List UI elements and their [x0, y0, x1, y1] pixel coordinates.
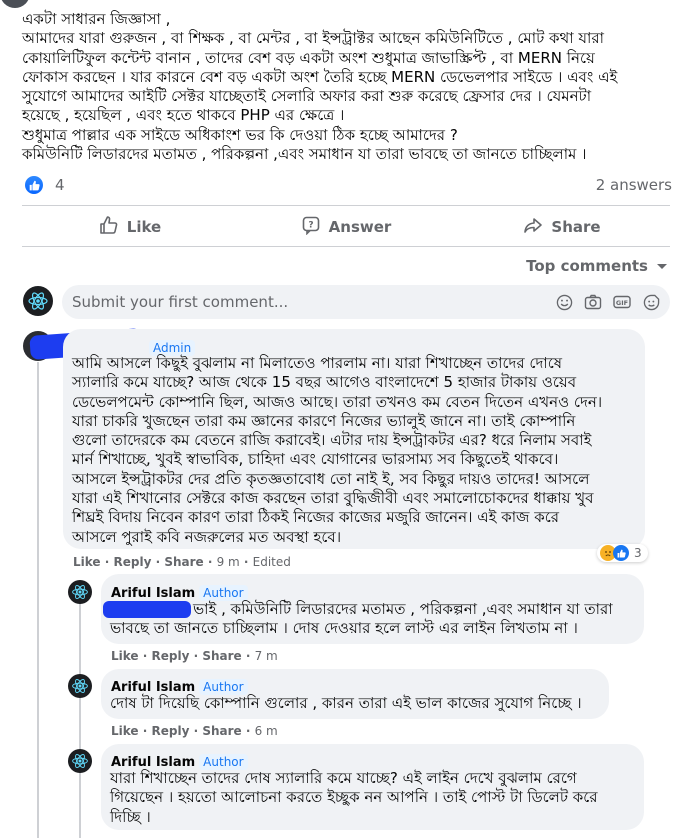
reply-author-name[interactable]: Ariful Islam — [111, 586, 195, 601]
atom-icon — [72, 678, 88, 694]
answer-icon: ? — [301, 215, 321, 239]
author-avatar[interactable] — [68, 749, 92, 773]
comment-line: আসলে ইন্সট্রাকটর দের প্রতি কৃতজ্ঞতাবোধ ত… — [72, 469, 590, 488]
post-line: আমাদের যারা গুরুজন , বা শিক্ষক , বা মেন্… — [22, 29, 604, 48]
reply-text: দোষ টা দিয়েছি কোম্পানি গুলোর , কারন তার… — [110, 694, 582, 713]
comment-input[interactable]: Submit your first comment... — [72, 293, 288, 311]
author-badge: Author — [199, 754, 248, 770]
atom-icon — [28, 292, 48, 310]
author-badge: Author — [199, 679, 248, 695]
svg-text:GIF: GIF — [616, 299, 628, 307]
atom-icon — [72, 584, 88, 600]
post-line: কোয়ালিটিফুল কন্টেন্ট বানান , তাদের বেশ … — [22, 48, 595, 67]
post-body: একটা সাধারন জিজ্ঞাসা , আমাদের যারা গুরুজ… — [22, 10, 662, 164]
reply-bubble: Ariful Islam Author দোষ টা দিয়েছি কোম্পা… — [101, 669, 609, 719]
sticker-icon[interactable] — [642, 293, 660, 311]
share-icon — [523, 215, 543, 239]
thread-line — [37, 362, 39, 838]
chevron-down-icon — [656, 257, 668, 275]
comment-line: স্যালারি কমে যাচ্ছে? আজ থেকে 15 বছর আগেও… — [72, 373, 577, 392]
answers-count[interactable]: 2 answers — [596, 176, 672, 194]
comment-line: আমি আসলে কিছুই বুঝলাম না মিলাতেও পারলাম … — [72, 354, 563, 372]
like-reaction-icon — [613, 545, 629, 561]
composer-tools: GIF — [555, 293, 660, 311]
post-line: শুধুমাত্র পাল্লার এক সাইডে অধিকাংশ ভর কি… — [22, 125, 458, 144]
post-line: একটা সাধারন জিজ্ঞাসা , — [22, 10, 171, 28]
reply-line: গিয়েছেন । হয়তো আলোচনা করতে ইচ্ছুক নন আ… — [110, 788, 598, 807]
answer-button[interactable]: ? Answer — [238, 210, 454, 244]
comment-timestamp[interactable]: 9 m — [217, 555, 240, 569]
reaction-count[interactable]: 4 — [55, 176, 65, 194]
reply-line: যারা শিখাচ্ছেন তাদের দোষ স্যালারি কমে যা… — [110, 769, 577, 787]
reply-bubble: Ariful Islam Author ভাই , কমিউনিটি লিডারদ… — [101, 574, 644, 644]
reply-bubble: Ariful Islam Author যারা শিখাচ্ছেন তাদের … — [101, 744, 644, 830]
post-line: সুযোগে আমাদের আইটি সেক্টর যাচ্ছেতাই সেলা… — [22, 87, 592, 106]
atom-icon — [72, 753, 88, 769]
gif-icon[interactable]: GIF — [613, 293, 631, 311]
comment-line: ডেভেলপমেন্ট কোম্পানি ছিল, আজও আছে। তারা … — [72, 392, 603, 411]
sort-label: Top comments — [526, 257, 648, 275]
reply-line: ভাই , কমিউনিটি লিডারদের মতামত , পরিকল্পন… — [193, 600, 613, 618]
reply-share-link[interactable]: Share — [202, 649, 241, 663]
comment-line: গুলো তাদেরকে কম বেতনে রাজি করাবেই। এটার … — [72, 431, 592, 450]
camera-icon[interactable] — [584, 293, 602, 311]
comment-line: যারা চাকরি খুজছেন তারা কম জ্ঞানের কারণে … — [72, 411, 576, 430]
like-button[interactable]: Like — [22, 210, 238, 244]
comment-sort-dropdown[interactable]: Top comments — [526, 257, 668, 275]
reply-text: ভাবছে তা জানতে চাচ্ছিলাম । দোষ দেওয়ার হ… — [110, 619, 578, 638]
comment-line: মার্ন শিখাচ্ছে, খুবই স্বাভাবিক, চাহিদা এ… — [72, 450, 559, 469]
post-line: কমিউনিটি লিডারদের মতামত , পরিকল্পনা ,এবং… — [22, 145, 587, 164]
reply-line: দিচ্ছি । — [110, 807, 151, 826]
comment-reply-link[interactable]: Reply — [113, 555, 151, 569]
share-button[interactable]: Share — [454, 210, 670, 244]
svg-text:?: ? — [308, 221, 313, 231]
comment-share-link[interactable]: Share — [164, 555, 203, 569]
reply-author-name[interactable]: Ariful Islam — [111, 680, 195, 695]
reply-line: ভাবছে তা জানতে চাচ্ছিলাম । দোষ দেওয়ার হ… — [110, 619, 578, 637]
reply-text: ভাই , কমিউনিটি লিডারদের মতামত , পরিকল্পন… — [193, 600, 613, 619]
reply-meta: Like · Reply · Share · 6 m — [111, 724, 278, 738]
reaction-summary: 4 2 answers — [25, 175, 672, 195]
answer-label: Answer — [328, 218, 392, 236]
reply-reply-link[interactable]: Reply — [151, 649, 189, 663]
comment-line: আসলে পুরাই কবি নজরুলের মত অবস্থা হবে। — [72, 527, 342, 546]
reply-like-link[interactable]: Like — [111, 724, 139, 738]
reply-meta: Like · Reply · Share · 7 m — [111, 649, 278, 663]
comment-line: শিঘ্রই বিদায় নিবেন কারণ তারা ঠিকই নিজের… — [72, 508, 560, 527]
comment-line: যারা এই শিখানোর সেক্টরে কাজ করছেন তারা ব… — [72, 489, 594, 508]
comment-reaction-count: 3 — [634, 546, 642, 560]
reply-timestamp[interactable]: 6 m — [255, 724, 278, 738]
like-reaction-icon[interactable] — [25, 176, 43, 194]
reply-thread-line — [79, 603, 81, 838]
reply-reply-link[interactable]: Reply — [151, 724, 189, 738]
post-author-avatar[interactable] — [0, 0, 30, 8]
reply-line: দোষ টা দিয়েছি কোম্পানি গুলোর , কারন তার… — [110, 694, 582, 712]
post-line: ফোকাস করছেন । যার কারনে বেশ বড় একটা অংশ… — [22, 67, 618, 86]
reply-timestamp[interactable]: 7 m — [255, 649, 278, 663]
reply-text: যারা শিখাচ্ছেন তাদের দোষ স্যালারি কমে যা… — [110, 769, 598, 827]
author-avatar[interactable] — [68, 674, 92, 698]
comment-reactions[interactable]: 3 — [597, 544, 648, 562]
reply-like-link[interactable]: Like — [111, 649, 139, 663]
current-user-avatar[interactable] — [23, 286, 53, 316]
comment-composer[interactable]: Submit your first comment... GIF — [62, 285, 670, 319]
comment-bubble: Admin আমি আসলে কিছুই বুঝলাম না মিলাতেও প… — [63, 329, 645, 549]
author-badge: Author — [199, 585, 248, 601]
author-avatar[interactable] — [68, 580, 92, 604]
comment-text: আমি আসলে কিছুই বুঝলাম না মিলাতেও পারলাম … — [72, 354, 602, 547]
like-icon — [99, 215, 119, 239]
comment-meta: Like · Reply · Share · 9 m · Edited — [73, 555, 291, 569]
like-label: Like — [126, 218, 162, 236]
divider — [22, 205, 670, 206]
post-line: হয়েছে , হয়েছিল , এবং হতে থাকবে PHP এর … — [22, 106, 345, 125]
comment-like-link[interactable]: Like — [73, 555, 101, 569]
edited-label: Edited — [252, 555, 291, 569]
reply-share-link[interactable]: Share — [202, 724, 241, 738]
emoji-icon[interactable] — [555, 293, 573, 311]
reply-author-name[interactable]: Ariful Islam — [111, 755, 195, 770]
share-label: Share — [551, 218, 601, 236]
divider — [22, 246, 670, 247]
redacted-mention-scribble — [103, 601, 191, 618]
post-action-bar: Like ? Answer Share — [22, 210, 670, 244]
